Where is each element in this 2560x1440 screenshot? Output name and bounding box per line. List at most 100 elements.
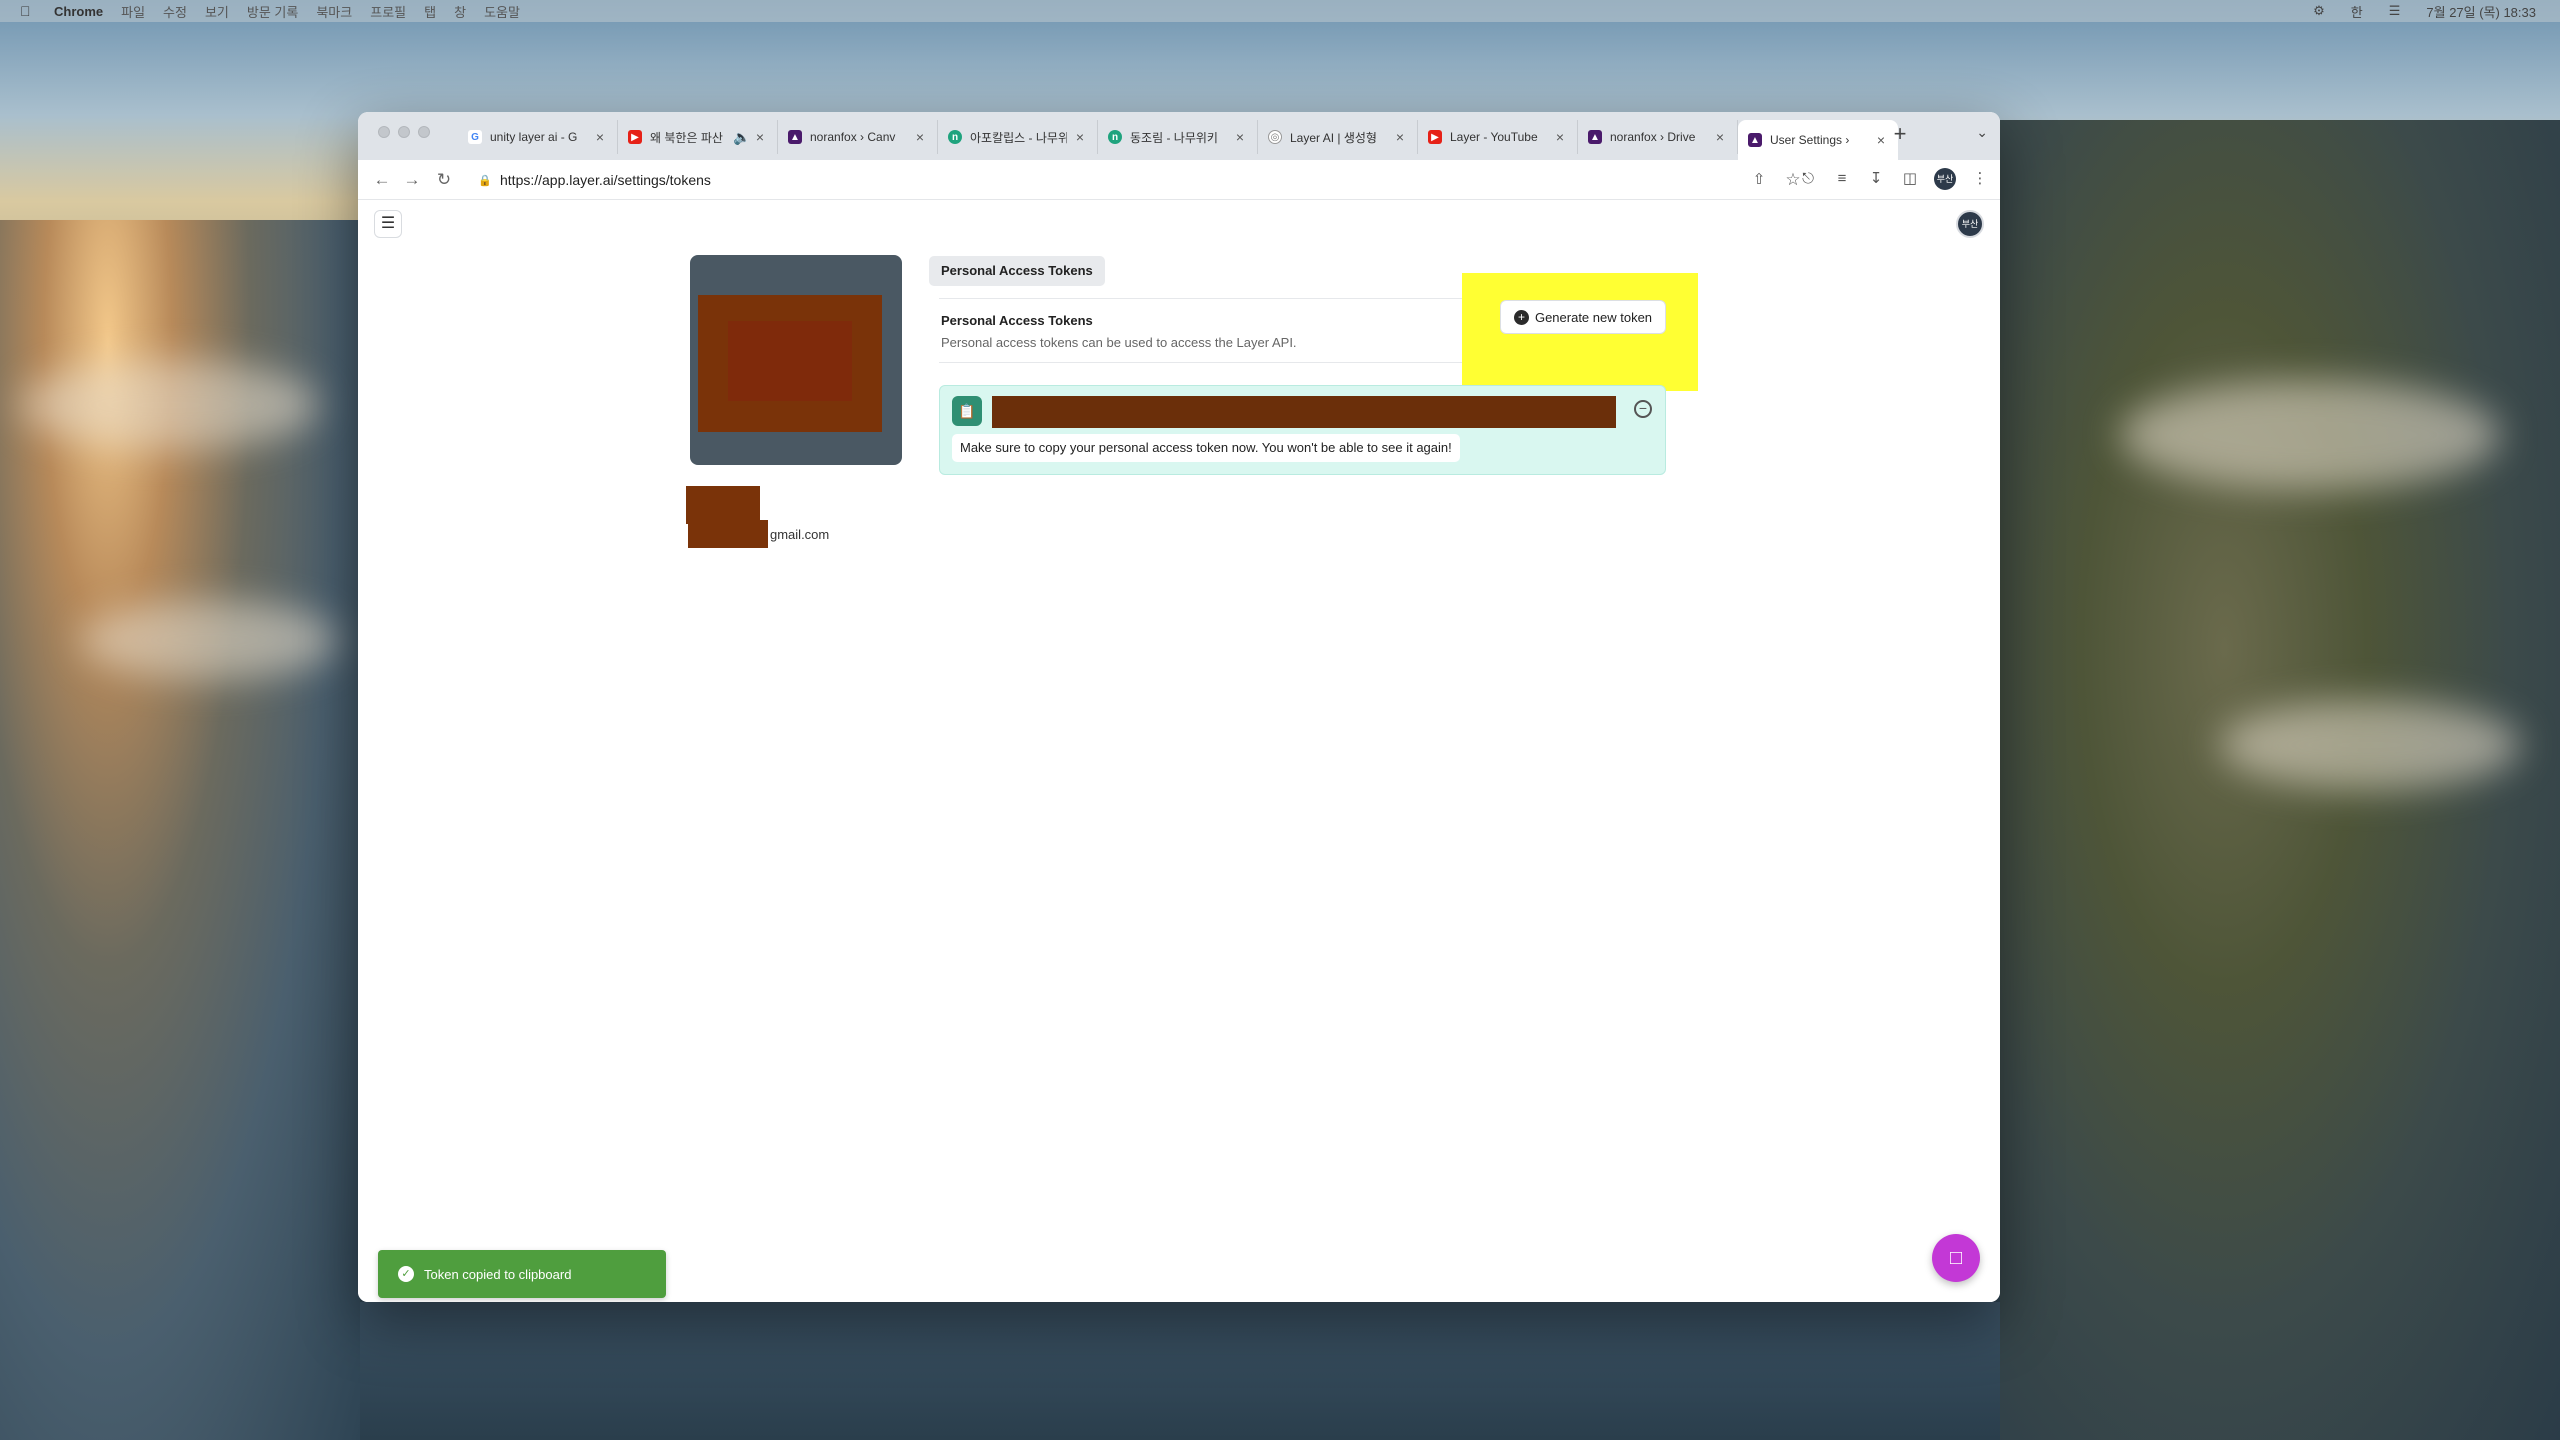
new-tab-button[interactable]: + <box>1888 122 1912 146</box>
toolbar-actions: ⎋ ≡ ↧ ◫ 부산 ⋮ <box>1798 168 1990 190</box>
tab-title: 동조림 - 나무위키 <box>1130 130 1218 145</box>
copy-clipboard-icon[interactable]: 📋 <box>952 396 982 426</box>
tab-youtube-video[interactable]: ▶ 왜 북한은 파산 🔈 × <box>618 120 778 154</box>
tab-title: noranfox › Canv <box>810 130 896 144</box>
close-window-button[interactable] <box>378 126 390 138</box>
tab-drive[interactable]: ▲ noranfox › Drive × <box>1578 120 1738 154</box>
reload-icon[interactable]: ↻ <box>432 168 456 192</box>
tab-layer-youtube[interactable]: ▶ Layer - YouTube × <box>1418 120 1578 154</box>
tab-bar: G unity layer ai - G × ▶ 왜 북한은 파산 🔈 × ▲ … <box>358 112 2000 160</box>
divider <box>939 298 1499 299</box>
tab-title: noranfox › Drive <box>1610 130 1696 144</box>
menu-view[interactable]: 보기 <box>205 2 229 21</box>
cloud <box>80 600 340 680</box>
tab-namuwiki-1[interactable]: n 아포칼립스 - 나무위 × <box>938 120 1098 154</box>
toast-message: Token copied to clipboard <box>424 1266 572 1282</box>
tab-title: 왜 북한은 파산 <box>650 130 723 145</box>
back-arrow-icon[interactable]: ← <box>370 168 394 192</box>
toast-notification: ✓ Token copied to clipboard <box>378 1250 666 1298</box>
tab-layer-ai[interactable]: ◎ Layer AI | 생성형 × <box>1258 120 1418 154</box>
close-tab-icon[interactable]: × <box>1553 129 1567 145</box>
layer-icon: ▲ <box>788 130 802 144</box>
minus-circle-icon[interactable]: − <box>1634 400 1652 418</box>
close-tab-icon[interactable]: × <box>1713 129 1727 145</box>
divider <box>939 362 1499 363</box>
cloud <box>2220 700 2520 790</box>
minimize-window-button[interactable] <box>398 126 410 138</box>
close-tab-icon[interactable]: × <box>1233 129 1247 145</box>
share-icon[interactable]: ⇧ <box>1748 168 1770 192</box>
plus-circle-icon: + <box>1513 309 1529 325</box>
menu-help[interactable]: 도움말 <box>484 2 520 21</box>
speaker-icon[interactable]: 🔈 <box>733 129 750 146</box>
menubar-extra-icon[interactable]: ⚙ <box>2313 3 2325 19</box>
lock-icon[interactable]: 🔒 <box>478 174 492 187</box>
browser-window: G unity layer ai - G × ▶ 왜 북한은 파산 🔈 × ▲ … <box>358 112 2000 1302</box>
menu-file[interactable]: 파일 <box>121 2 145 21</box>
youtube-icon: ▶ <box>628 130 642 144</box>
tab-strip: G unity layer ai - G × ▶ 왜 북한은 파산 🔈 × ▲ … <box>458 120 1898 160</box>
extensions-puzzle-icon[interactable]: ⎋ <box>1798 169 1818 189</box>
tab-canvas[interactable]: ▲ noranfox › Canv × <box>778 120 938 154</box>
new-token-panel: 📋 − Make sure to copy your personal acce… <box>939 385 1666 475</box>
desktop-wallpaper-bottom <box>360 1302 2000 1440</box>
namuwiki-icon: n <box>1108 130 1122 144</box>
menubar-status-area: ⚙ 한 ☰ 7월 27일 (목) 18:33 <box>2313 0 2536 22</box>
forward-arrow-icon[interactable]: → <box>400 168 424 192</box>
menu-history[interactable]: 방문 기록 <box>247 2 298 21</box>
close-tab-icon[interactable]: × <box>753 129 767 145</box>
tab-google-search[interactable]: G unity layer ai - G × <box>458 120 618 154</box>
side-panel-icon[interactable]: ◫ <box>1900 169 1920 189</box>
menu-window[interactable]: 창 <box>454 2 466 21</box>
control-center-icon[interactable]: ☰ <box>2389 3 2401 19</box>
generate-button-label: Generate new token <box>1534 309 1653 325</box>
window-controls <box>378 126 430 138</box>
profile-image-card <box>690 255 902 465</box>
url-text[interactable]: https://app.layer.ai/settings/tokens <box>500 172 711 188</box>
chat-support-icon[interactable]: □ <box>1932 1234 1980 1282</box>
layer-globe-icon: ◎ <box>1268 130 1282 144</box>
hamburger-menu-icon[interactable]: ☰ <box>374 210 402 238</box>
section-title: Personal Access Tokens <box>941 313 1093 328</box>
menu-bookmarks[interactable]: 북마크 <box>316 2 352 21</box>
close-tab-icon[interactable]: × <box>913 129 927 145</box>
tab-search-chevron-icon[interactable]: ⌄ <box>1976 124 1988 141</box>
email-domain: gmail.com <box>770 526 830 542</box>
generate-new-token-button[interactable]: + Generate new token <box>1500 300 1666 334</box>
address-bar[interactable]: 🔒 https://app.layer.ai/settings/tokens <box>466 165 1486 195</box>
apple-icon[interactable]:  <box>20 3 36 19</box>
zoom-window-button[interactable] <box>418 126 430 138</box>
tab-namuwiki-2[interactable]: n 동조림 - 나무위키 × <box>1098 120 1258 154</box>
google-icon: G <box>468 130 482 144</box>
close-tab-icon[interactable]: × <box>1874 132 1888 148</box>
mac-menubar:  Chrome 파일 수정 보기 방문 기록 북마크 프로필 탭 창 도움말 … <box>0 0 2560 22</box>
youtube-icon: ▶ <box>1428 130 1442 144</box>
token-warning-message: Make sure to copy your personal access t… <box>952 434 1460 462</box>
menu-profiles[interactable]: 프로필 <box>370 2 406 21</box>
input-source-badge[interactable]: 한 <box>2351 2 2363 21</box>
menu-app-chrome[interactable]: Chrome <box>54 4 103 19</box>
close-tab-icon[interactable]: × <box>1393 129 1407 145</box>
tab-title: User Settings › <box>1770 133 1850 147</box>
namuwiki-icon: n <box>948 130 962 144</box>
redacted-profile-name <box>686 486 760 524</box>
kebab-menu-icon[interactable]: ⋮ <box>1970 169 1990 189</box>
menu-edit[interactable]: 수정 <box>163 2 187 21</box>
profile-avatar[interactable]: 부산 <box>1934 168 1956 190</box>
user-avatar[interactable]: 부산 <box>1956 210 1984 238</box>
tab-title: Layer AI | 생성형 <box>1290 130 1377 145</box>
check-circle-icon: ✓ <box>398 1266 414 1282</box>
profile-email: gmail.com <box>688 520 829 548</box>
cloud <box>20 360 320 450</box>
menubar-clock[interactable]: 7월 27일 (목) 18:33 <box>2426 2 2536 21</box>
redacted-profile-image-inner <box>728 321 852 401</box>
close-tab-icon[interactable]: × <box>593 129 607 145</box>
menu-tab[interactable]: 탭 <box>424 2 436 21</box>
layer-icon: ▲ <box>1588 130 1602 144</box>
download-icon[interactable]: ↧ <box>1866 169 1886 189</box>
section-description: Personal access tokens can be used to ac… <box>941 335 1297 350</box>
tab-personal-access-tokens[interactable]: Personal Access Tokens <box>929 256 1105 286</box>
reading-list-icon[interactable]: ≡ <box>1832 169 1852 189</box>
close-tab-icon[interactable]: × <box>1073 129 1087 145</box>
tab-user-settings[interactable]: ▲ User Settings › × <box>1738 120 1898 160</box>
